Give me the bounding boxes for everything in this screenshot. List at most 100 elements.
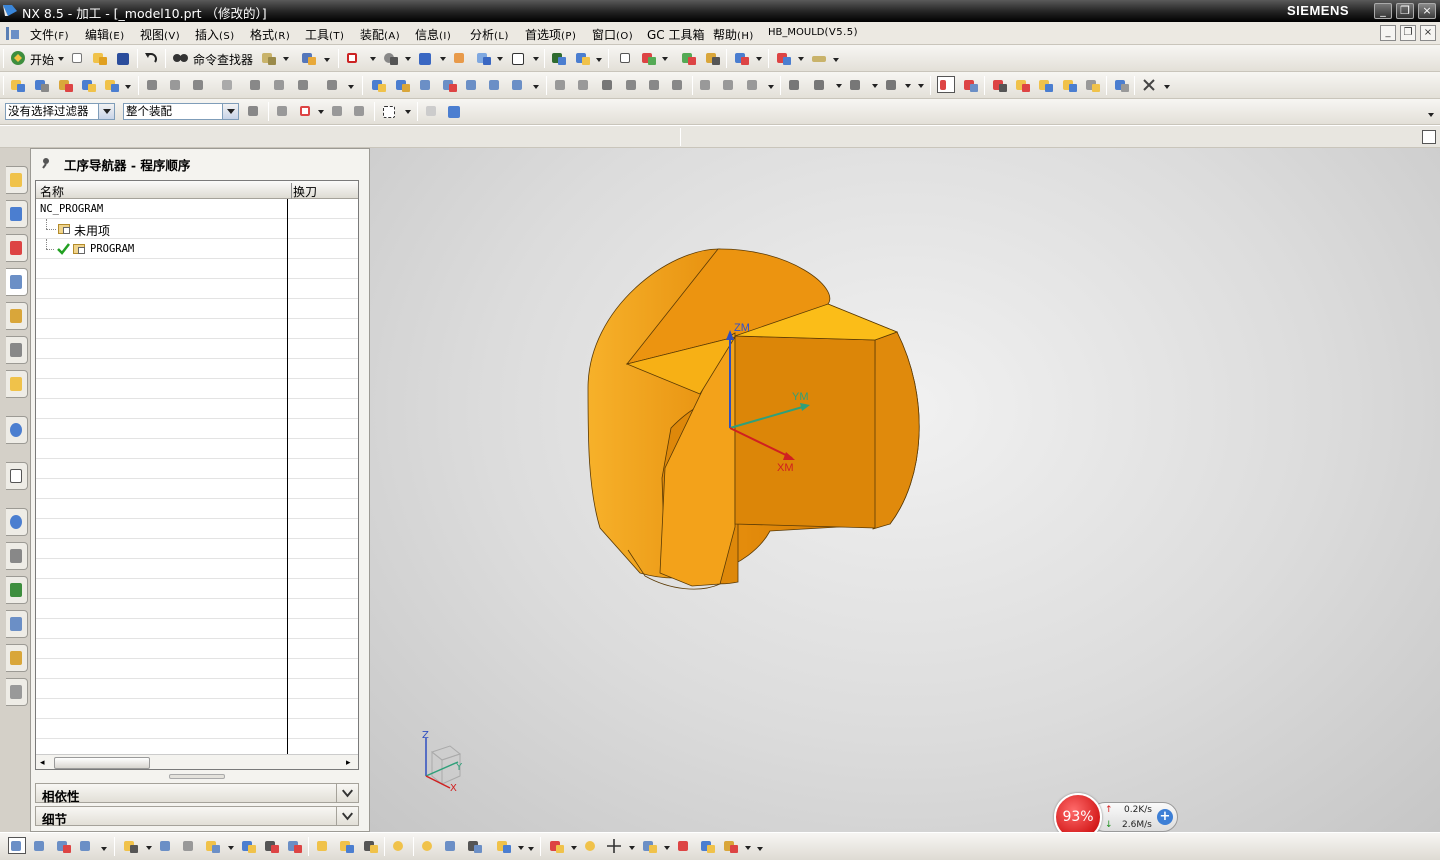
path-icon-1[interactable]	[553, 77, 571, 94]
flag-icon-2[interactable]	[812, 77, 830, 94]
create-method-icon[interactable]	[80, 77, 98, 94]
bottom-icon-11[interactable]	[286, 838, 304, 855]
splitter-grip[interactable]	[169, 774, 225, 779]
bottom-icon-23[interactable]	[641, 838, 659, 855]
tree-row-unused[interactable]: 未用项	[36, 219, 358, 239]
type-filter-combo[interactable]: 没有选择过滤器	[5, 103, 115, 120]
resource-tab-tools[interactable]	[6, 610, 28, 638]
tree-row-nc-program[interactable]: NC_PROGRAM	[36, 199, 358, 219]
list-icon-2[interactable]	[721, 77, 739, 94]
render-style-icon[interactable]	[382, 50, 400, 67]
menu-edit[interactable]: 编辑(E)	[85, 26, 125, 43]
plus-cross-icon[interactable]	[606, 838, 624, 855]
mill-icon[interactable]	[704, 50, 722, 67]
display-icon-6[interactable]	[1061, 77, 1079, 94]
pin-icon[interactable]	[40, 157, 52, 169]
bottom-icon-4[interactable]	[78, 838, 96, 855]
path-icon-2[interactable]	[576, 77, 594, 94]
resource-tab-web[interactable]	[6, 416, 28, 444]
menu-tools[interactable]: 工具(T)	[305, 26, 344, 43]
resource-tab-constraints[interactable]	[6, 200, 28, 228]
snap-red-icon[interactable]	[298, 103, 316, 120]
bottom-icon-17[interactable]	[443, 838, 461, 855]
ruler-icon[interactable]	[810, 50, 828, 67]
method-view-icon[interactable]	[220, 77, 238, 94]
create-operation-icon[interactable]	[103, 77, 121, 94]
menu-format[interactable]: 格式(R)	[250, 26, 290, 43]
maximize-view-icon[interactable]	[1422, 130, 1436, 144]
bottom-icon-18[interactable]	[466, 838, 484, 855]
snap-icon-4[interactable]	[352, 103, 370, 120]
close-x-icon[interactable]	[1141, 77, 1159, 94]
save-icon[interactable]	[115, 50, 133, 67]
op-icon-7[interactable]	[510, 77, 528, 94]
shaded-cube-icon[interactable]	[417, 50, 435, 67]
snap-icon-2[interactable]	[574, 50, 592, 67]
create-program-icon[interactable]	[9, 77, 27, 94]
path-icon-5[interactable]	[647, 77, 665, 94]
path-icon-3[interactable]	[600, 77, 618, 94]
geometry-view-icon[interactable]	[191, 77, 209, 94]
resource-tab-roles[interactable]	[6, 542, 28, 570]
resource-tab-reuse[interactable]	[6, 336, 28, 364]
view-orient-icon[interactable]	[475, 50, 493, 67]
menu-file[interactable]: 文件(F)	[30, 26, 69, 43]
display-icon-5[interactable]	[1037, 77, 1055, 94]
display-icon-7[interactable]	[1084, 77, 1102, 94]
chevron-down-icon[interactable]	[336, 806, 358, 826]
bottom-icon-8[interactable]	[204, 838, 222, 855]
menu-window[interactable]: 窗口(O)	[592, 26, 633, 43]
undo-icon[interactable]	[143, 50, 161, 67]
bottom-icon-15[interactable]	[391, 838, 409, 855]
flag-icon-3[interactable]	[848, 77, 866, 94]
bottom-icon-21[interactable]	[583, 838, 601, 855]
filter-reset-icon[interactable]	[246, 103, 264, 120]
display-icon-2[interactable]	[962, 77, 980, 94]
bottom-icon-9[interactable]	[240, 838, 258, 855]
resource-tab-part-navigator[interactable]	[6, 234, 28, 262]
start-dropdown-icon[interactable]	[58, 57, 64, 61]
model-canvas[interactable]: ZM YM XM Z Y X	[370, 148, 1440, 832]
bottom-icon-3[interactable]	[55, 838, 73, 855]
snap-point-icon[interactable]	[275, 103, 293, 120]
bottom-icon-24[interactable]	[676, 838, 694, 855]
scope-combo[interactable]: 整个装配	[123, 103, 239, 120]
resource-tab-users[interactable]	[6, 644, 28, 672]
minimize-button[interactable]: _	[1374, 3, 1392, 19]
op-icon-3[interactable]	[418, 77, 436, 94]
snap-icon-3[interactable]	[330, 103, 348, 120]
menu-information[interactable]: 信息(I)	[415, 26, 451, 43]
close-button[interactable]: ×	[1418, 3, 1436, 19]
resource-tab-machine-tool[interactable]	[6, 302, 28, 330]
graphics-viewport[interactable]: ZM YM XM Z Y X	[370, 148, 1440, 832]
bottom-icon-16[interactable]	[420, 838, 438, 855]
menu-hb-mould[interactable]: HB_MOULD(V5.5)	[768, 27, 858, 38]
layout-icon[interactable]	[345, 50, 363, 67]
column-header-name[interactable]: 名称	[40, 183, 64, 200]
rect-select-icon[interactable]	[381, 103, 399, 120]
list-icon-3[interactable]	[745, 77, 763, 94]
flag-icon-4[interactable]	[884, 77, 902, 94]
tool-icon-2[interactable]	[300, 50, 318, 67]
bottom-icon-7[interactable]	[181, 838, 199, 855]
drill-icon[interactable]	[680, 50, 698, 67]
tree-row-program[interactable]: PROGRAM	[36, 239, 358, 259]
expand-plus-icon[interactable]: +	[1157, 809, 1173, 825]
scroll-left-icon[interactable]: ◂	[40, 758, 45, 768]
bottom-icon-12[interactable]	[315, 838, 333, 855]
path-icon-6[interactable]	[670, 77, 688, 94]
doc-minimize-button[interactable]: _	[1380, 25, 1396, 41]
start-button[interactable]: 开始	[30, 51, 54, 68]
bottom-icon-20[interactable]	[548, 838, 566, 855]
measure-icon[interactable]	[775, 50, 793, 67]
details-panel-header[interactable]: 细节	[35, 806, 359, 827]
bottom-icon-26[interactable]	[722, 838, 740, 855]
create-tool-icon[interactable]	[33, 77, 51, 94]
doc-close-button[interactable]: ×	[1420, 25, 1436, 41]
menu-gc-toolkit[interactable]: GC 工具箱	[647, 26, 705, 43]
column-header-toolchange[interactable]: 换刀	[293, 183, 317, 200]
generate-path-icon[interactable]	[248, 77, 266, 94]
snap-icon-1[interactable]	[550, 50, 568, 67]
op-icon-4[interactable]	[441, 77, 459, 94]
bottom-icon-2[interactable]	[32, 838, 50, 855]
